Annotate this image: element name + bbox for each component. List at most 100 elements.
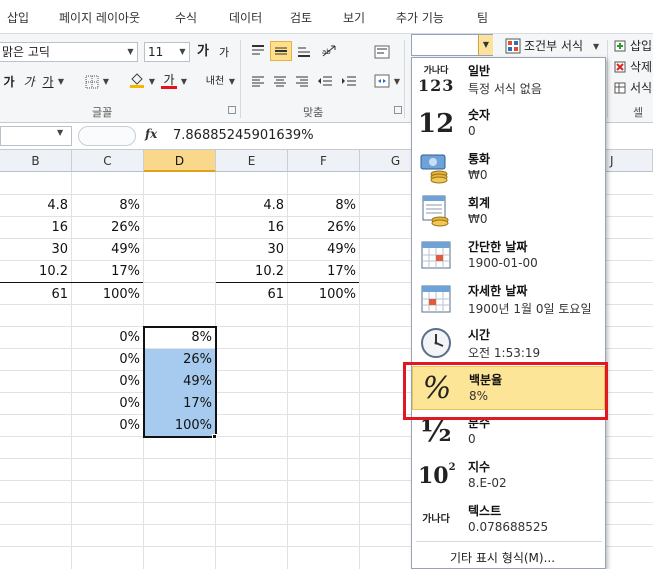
cell-c-3[interactable]: 49% [72,239,144,261]
chevron-down-icon[interactable]: ▼ [593,37,601,57]
menu-item-currency[interactable]: 통화 ₩0 [412,146,605,190]
alignment-dialog-launcher-icon[interactable] [394,106,402,114]
cell-b-3[interactable]: 30 [0,239,72,261]
formula-input[interactable]: 7.86885245901639% [173,128,314,143]
name-box[interactable]: ▼ [0,126,72,146]
cell-b-4[interactable]: 10.2 [0,261,72,283]
font-dialog-launcher-icon[interactable] [228,106,236,114]
chevron-down-icon[interactable]: ▼ [57,72,65,92]
cell-d-7[interactable]: 26% [144,349,216,371]
align-middle-icon[interactable] [270,41,292,61]
cell-c-9[interactable]: 0% [72,393,144,415]
chevron-down-icon[interactable]: ▼ [478,35,493,55]
font-color-button[interactable]: 가 [160,70,178,90]
cell-f-1[interactable]: 8% [288,195,360,217]
cell-e-3[interactable]: 30 [216,239,288,261]
insert-function-icon[interactable]: fx [145,127,163,141]
chevron-down-icon[interactable]: ▼ [124,43,137,61]
menu-item-text[interactable]: 가나다 텍스트 0.078688525 [412,498,605,542]
column-header-d[interactable]: D [144,150,216,172]
border-icon[interactable] [84,72,100,92]
delete-cells-icon[interactable] [614,57,628,77]
phonetic-guide-button[interactable]: 내천 [202,72,228,92]
italic-button[interactable]: 가 [22,72,36,92]
cell-c-7[interactable]: 0% [72,349,144,371]
fill-color-icon[interactable] [128,70,146,90]
cell-f-5[interactable]: 100% [288,284,360,306]
chevron-down-icon[interactable]: ▼ [180,72,188,92]
align-center-icon[interactable] [270,72,290,92]
tab-add-ins[interactable]: 추가 기능 [396,9,444,26]
menu-item-short-date[interactable]: 간단한 날짜 1900-01-00 [412,234,605,278]
orientation-icon[interactable]: ab [318,41,344,61]
cell-b-1[interactable]: 4.8 [0,195,72,217]
column-header-f[interactable]: F [288,150,360,172]
cell-b-5[interactable]: 61 [0,284,72,306]
chevron-down-icon[interactable]: ▼ [393,72,401,92]
insert-cells-icon[interactable] [614,36,628,56]
cell-f-4[interactable]: 17% [288,261,360,283]
tab-view[interactable]: 보기 [343,9,365,26]
increase-indent-icon[interactable] [338,72,360,92]
merge-center-icon[interactable] [372,72,392,92]
cell-e-1[interactable]: 4.8 [216,195,288,217]
conditional-format-icon[interactable] [505,36,523,56]
cell-e-2[interactable]: 16 [216,217,288,239]
more-number-formats-link[interactable]: 기타 표시 형식(M)... [450,549,555,566]
cell-c-1[interactable]: 8% [72,195,144,217]
font-name-combo[interactable]: 맑은 고딕 ▼ [0,42,138,62]
cell-d-8[interactable]: 49% [144,371,216,393]
cell-e-4[interactable]: 10.2 [216,261,288,283]
column-header-b[interactable]: B [0,150,72,172]
shrink-font-button[interactable]: 가 [216,43,232,63]
align-left-icon[interactable] [248,72,268,92]
menu-item-time[interactable]: 시간 오전 1:53:19 [412,322,605,366]
formula-bar-divider-handle[interactable] [78,126,136,146]
decrease-indent-icon[interactable] [314,72,336,92]
format-cells-button[interactable]: 서식 [630,78,653,98]
chevron-down-icon[interactable]: ▼ [102,72,110,92]
tab-team[interactable]: 팀 [477,9,488,26]
bold-button[interactable]: 가 [2,72,16,92]
menu-item-general[interactable]: 가나다 123 일반 특정 서식 없음 [412,58,605,102]
underline-button[interactable]: 가 [40,72,56,92]
chevron-down-icon[interactable]: ▼ [176,43,189,61]
cell-d-10[interactable]: 100% [144,415,216,437]
menu-item-long-date[interactable]: 자세한 날짜 1900년 1월 0일 토요일 [412,278,605,322]
cell-f-2[interactable]: 26% [288,217,360,239]
cell-c-10[interactable]: 0% [72,415,144,437]
conditional-format-button[interactable]: 조건부 서식 [524,36,594,56]
cell-b-2[interactable]: 16 [0,217,72,239]
chevron-down-icon[interactable]: ▼ [57,128,63,137]
tab-insert[interactable]: 삽입 [7,9,29,26]
menu-item-scientific[interactable]: 102 지수 8.E-02 [412,454,605,498]
align-right-icon[interactable] [292,72,312,92]
column-header-c[interactable]: C [72,150,144,172]
cell-c-6[interactable]: 0% [72,327,144,349]
menu-item-number[interactable]: 12 숫자 0 [412,102,605,146]
tab-data[interactable]: 데이터 [229,9,262,26]
cell-c-4[interactable]: 17% [72,261,144,283]
align-bottom-icon[interactable] [294,41,314,61]
insert-cells-button[interactable]: 삽입 [630,36,653,56]
column-header-e[interactable]: E [216,150,288,172]
wrap-text-icon[interactable] [372,43,392,63]
tab-formulas[interactable]: 수식 [175,9,197,26]
cell-e-5[interactable]: 61 [216,284,288,306]
font-size-combo[interactable]: 11 ▼ [144,42,190,62]
chevron-down-icon[interactable]: ▼ [148,72,156,92]
cell-c-2[interactable]: 26% [72,217,144,239]
grow-font-button[interactable]: 가 [194,42,212,62]
chevron-down-icon[interactable]: ▼ [228,72,236,92]
delete-cells-button[interactable]: 삭제 [630,57,653,77]
align-top-icon[interactable] [248,41,268,61]
cell-c-5[interactable]: 100% [72,284,144,306]
format-cells-icon[interactable] [614,78,628,98]
cell-d-9[interactable]: 17% [144,393,216,415]
tab-page-layout[interactable]: 페이지 레이아웃 [59,9,140,26]
cell-c-8[interactable]: 0% [72,371,144,393]
menu-item-accounting[interactable]: 회계 ₩0 [412,190,605,234]
cell-d-6[interactable]: 8% [144,327,216,349]
tab-review[interactable]: 검토 [290,9,312,26]
cell-f-3[interactable]: 49% [288,239,360,261]
